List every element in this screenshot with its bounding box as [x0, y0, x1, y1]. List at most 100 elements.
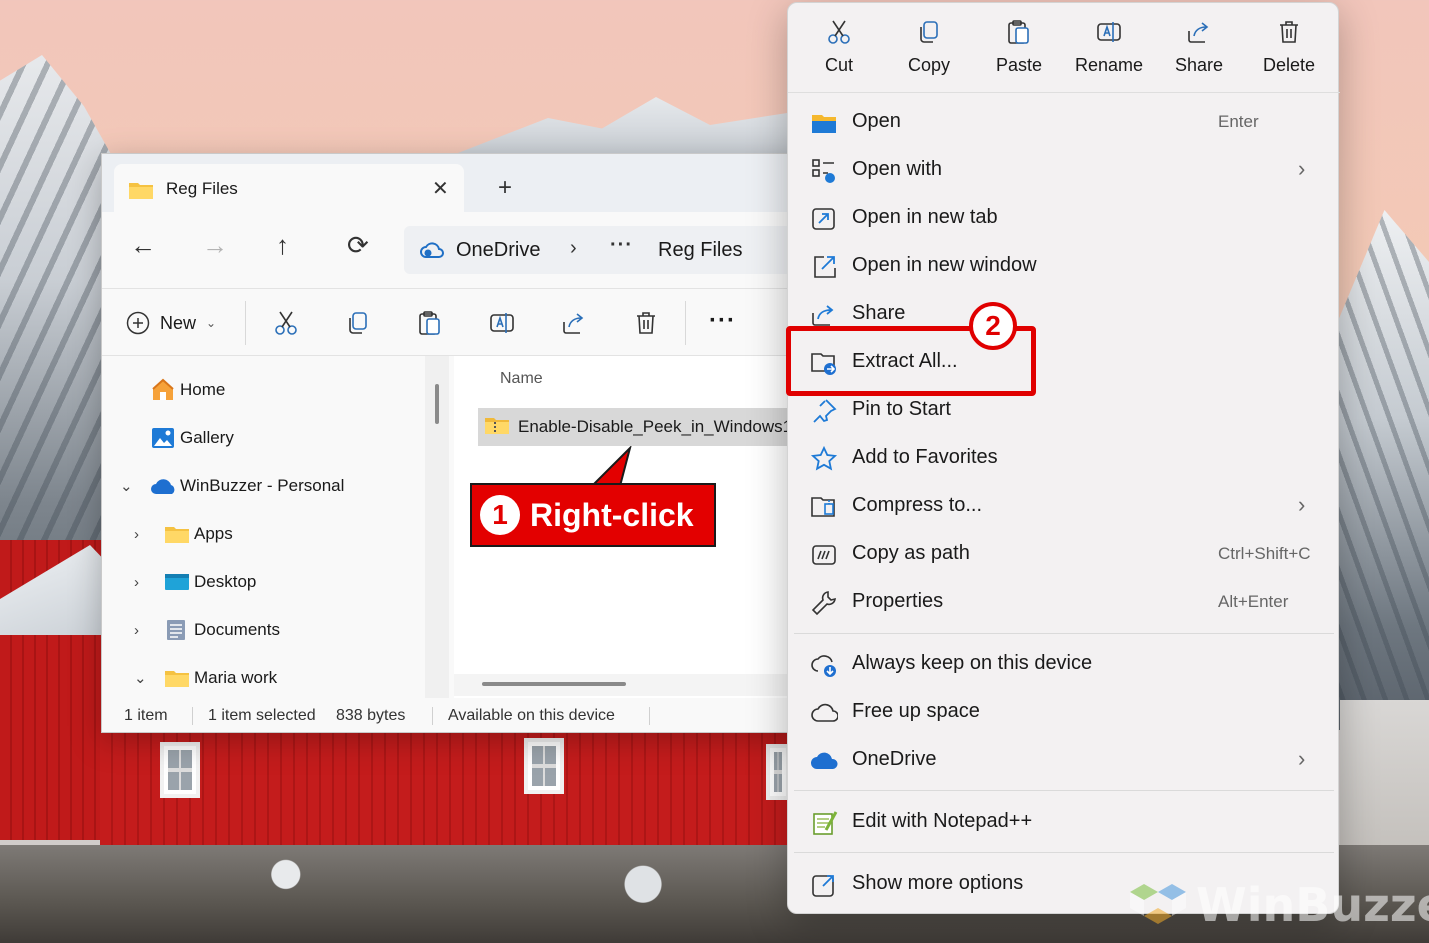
quick-action-label: Copy — [907, 55, 951, 75]
file-explorer-window: Reg Files ✕ + ← → ↑ ⟳ OneDrive › ··· Reg… — [101, 153, 801, 733]
menu-item-open-in-new-window[interactable]: Open in new window — [788, 244, 1340, 288]
file-name: Enable-Disable_Peek_in_Windows1 — [518, 417, 793, 436]
quick-action-label: Share — [1174, 55, 1224, 75]
menu-item-edit-with-notepad-plus-plus[interactable]: Edit with Notepad++ — [788, 800, 1340, 844]
copy-icon[interactable] — [345, 310, 371, 336]
forward-arrow-icon[interactable]: → — [202, 232, 228, 258]
quick-action-label: Delete — [1262, 55, 1316, 75]
quick-action-share[interactable]: Share — [1154, 19, 1244, 76]
breadcrumb-onedrive[interactable]: OneDrive — [456, 239, 540, 262]
house-window — [160, 742, 200, 798]
chevron-right-icon[interactable]: › — [134, 622, 164, 639]
chevron-down-icon[interactable]: ⌄ — [120, 477, 150, 495]
chevron-down-icon: ⌄ — [206, 316, 217, 330]
quick-action-label: Rename — [1074, 55, 1144, 75]
sidebar-item-label: Apps — [194, 524, 233, 543]
onedrive-icon — [150, 476, 180, 496]
column-header-name[interactable]: Name — [500, 370, 543, 388]
plus-circle-icon — [126, 311, 150, 335]
gallery-icon — [150, 426, 180, 450]
folder-icon — [164, 524, 194, 544]
watermark-text: WinBuzzer — [1196, 878, 1429, 932]
sidebar-item-home[interactable]: Home — [126, 375, 225, 405]
sidebar-item-documents[interactable]: › Documents — [134, 615, 280, 645]
quick-action-delete[interactable]: Delete — [1244, 19, 1334, 76]
trash-icon — [1280, 21, 1298, 43]
menu-item-label: Show more options — [852, 872, 1024, 894]
menu-item-label: Add to Favorites — [852, 446, 998, 468]
notepad-plus-plus-icon — [810, 809, 838, 837]
chevron-down-icon[interactable]: ⌄ — [134, 669, 164, 687]
file-item-selected[interactable]: Enable-Disable_Peek_in_Windows1 — [478, 408, 801, 446]
sidebar-item-winbuzzer-personal[interactable]: ⌄ WinBuzzer - Personal — [120, 471, 344, 501]
copy-path-icon — [810, 541, 838, 569]
more-options-icon[interactable]: ··· — [709, 307, 736, 335]
menu-item-label: Always keep on this device — [852, 652, 1093, 674]
breadcrumb-overflow-icon[interactable]: ··· — [610, 234, 633, 257]
chevron-right-icon[interactable]: › — [134, 574, 164, 591]
submenu-arrow-icon: › — [1298, 746, 1306, 771]
documents-folder-icon — [164, 619, 194, 641]
menu-item-free-up-space[interactable]: Free up space — [788, 690, 1340, 734]
delete-icon[interactable] — [633, 310, 659, 336]
horizontal-scrollbar-thumb[interactable] — [482, 682, 626, 686]
menu-item-label: Share — [852, 302, 906, 324]
star-icon — [810, 445, 838, 473]
sidebar-item-maria-work[interactable]: ⌄ Maria work — [134, 663, 277, 693]
tab-title: Reg Files — [166, 179, 238, 198]
menu-item-label: Open in new tab — [852, 206, 998, 228]
rename-icon — [1097, 22, 1121, 42]
submenu-arrow-icon: › — [1298, 156, 1306, 181]
paste-icon[interactable] — [417, 310, 443, 336]
back-arrow-icon[interactable]: ← — [130, 232, 156, 258]
status-divider — [649, 707, 650, 725]
chevron-right-icon[interactable]: › — [134, 526, 164, 543]
sidebar-item-label: Desktop — [194, 572, 257, 591]
toolbar-divider — [245, 301, 246, 345]
refresh-icon[interactable]: ⟳ — [347, 232, 369, 258]
copy-icon — [920, 21, 938, 43]
status-divider — [432, 707, 433, 725]
menu-item-always-keep-on-device[interactable]: Always keep on this device — [788, 642, 1340, 686]
close-tab-icon[interactable]: ✕ — [432, 176, 449, 201]
menu-item-compress-to[interactable]: Compress to... › — [788, 484, 1340, 528]
mountain-ridge — [440, 97, 800, 160]
menu-item-copy-as-path[interactable]: Copy as path Ctrl+Shift+C — [788, 532, 1340, 576]
rename-icon[interactable] — [489, 310, 515, 336]
step-2-badge: 2 — [969, 302, 1017, 350]
menu-item-label: Copy as path — [852, 542, 970, 564]
sidebar-scrollbar-thumb[interactable] — [435, 384, 439, 424]
house-window — [524, 738, 564, 794]
cut-icon[interactable] — [273, 310, 299, 336]
sidebar-item-label: WinBuzzer - Personal — [180, 476, 345, 495]
menu-item-open-in-new-tab[interactable]: Open in new tab — [788, 196, 1340, 240]
menu-item-properties[interactable]: Properties Alt+Enter — [788, 580, 1340, 624]
quick-action-cut[interactable]: Cut — [794, 19, 884, 76]
submenu-arrow-icon: › — [1298, 492, 1306, 517]
address-bar[interactable]: OneDrive › ··· Reg Files — [404, 226, 801, 274]
share-icon[interactable] — [561, 310, 587, 336]
share-icon — [810, 301, 838, 329]
menu-item-label: Compress to... — [852, 494, 983, 516]
new-tab-button[interactable]: + — [498, 176, 512, 200]
menu-item-open-with[interactable]: Open with › — [788, 148, 1340, 192]
quick-action-paste[interactable]: Paste — [974, 19, 1064, 76]
up-arrow-icon[interactable]: ↑ — [276, 232, 289, 258]
quick-action-copy[interactable]: Copy — [884, 19, 974, 76]
cloud-download-icon — [810, 651, 838, 679]
menu-item-open[interactable]: Open Enter — [788, 100, 1340, 144]
new-button[interactable]: New ⌄ — [126, 309, 216, 337]
folder-icon — [128, 180, 154, 205]
menu-item-add-to-favorites[interactable]: Add to Favorites — [788, 436, 1340, 480]
sidebar-item-gallery[interactable]: Gallery — [126, 423, 234, 453]
breadcrumb-reg-files[interactable]: Reg Files — [658, 239, 742, 262]
sidebar-item-apps[interactable]: › Apps — [134, 519, 233, 549]
tab-reg-files[interactable]: Reg Files ✕ — [114, 164, 464, 212]
chevron-right-icon[interactable]: › — [570, 237, 577, 260]
quick-action-rename[interactable]: Rename — [1064, 19, 1154, 76]
onedrive-icon — [810, 747, 838, 775]
quick-action-label: Paste — [995, 55, 1043, 75]
menu-item-onedrive[interactable]: OneDrive › — [788, 738, 1340, 782]
menu-item-label: Open in new window — [852, 254, 1037, 276]
sidebar-item-desktop[interactable]: › Desktop — [134, 567, 256, 597]
